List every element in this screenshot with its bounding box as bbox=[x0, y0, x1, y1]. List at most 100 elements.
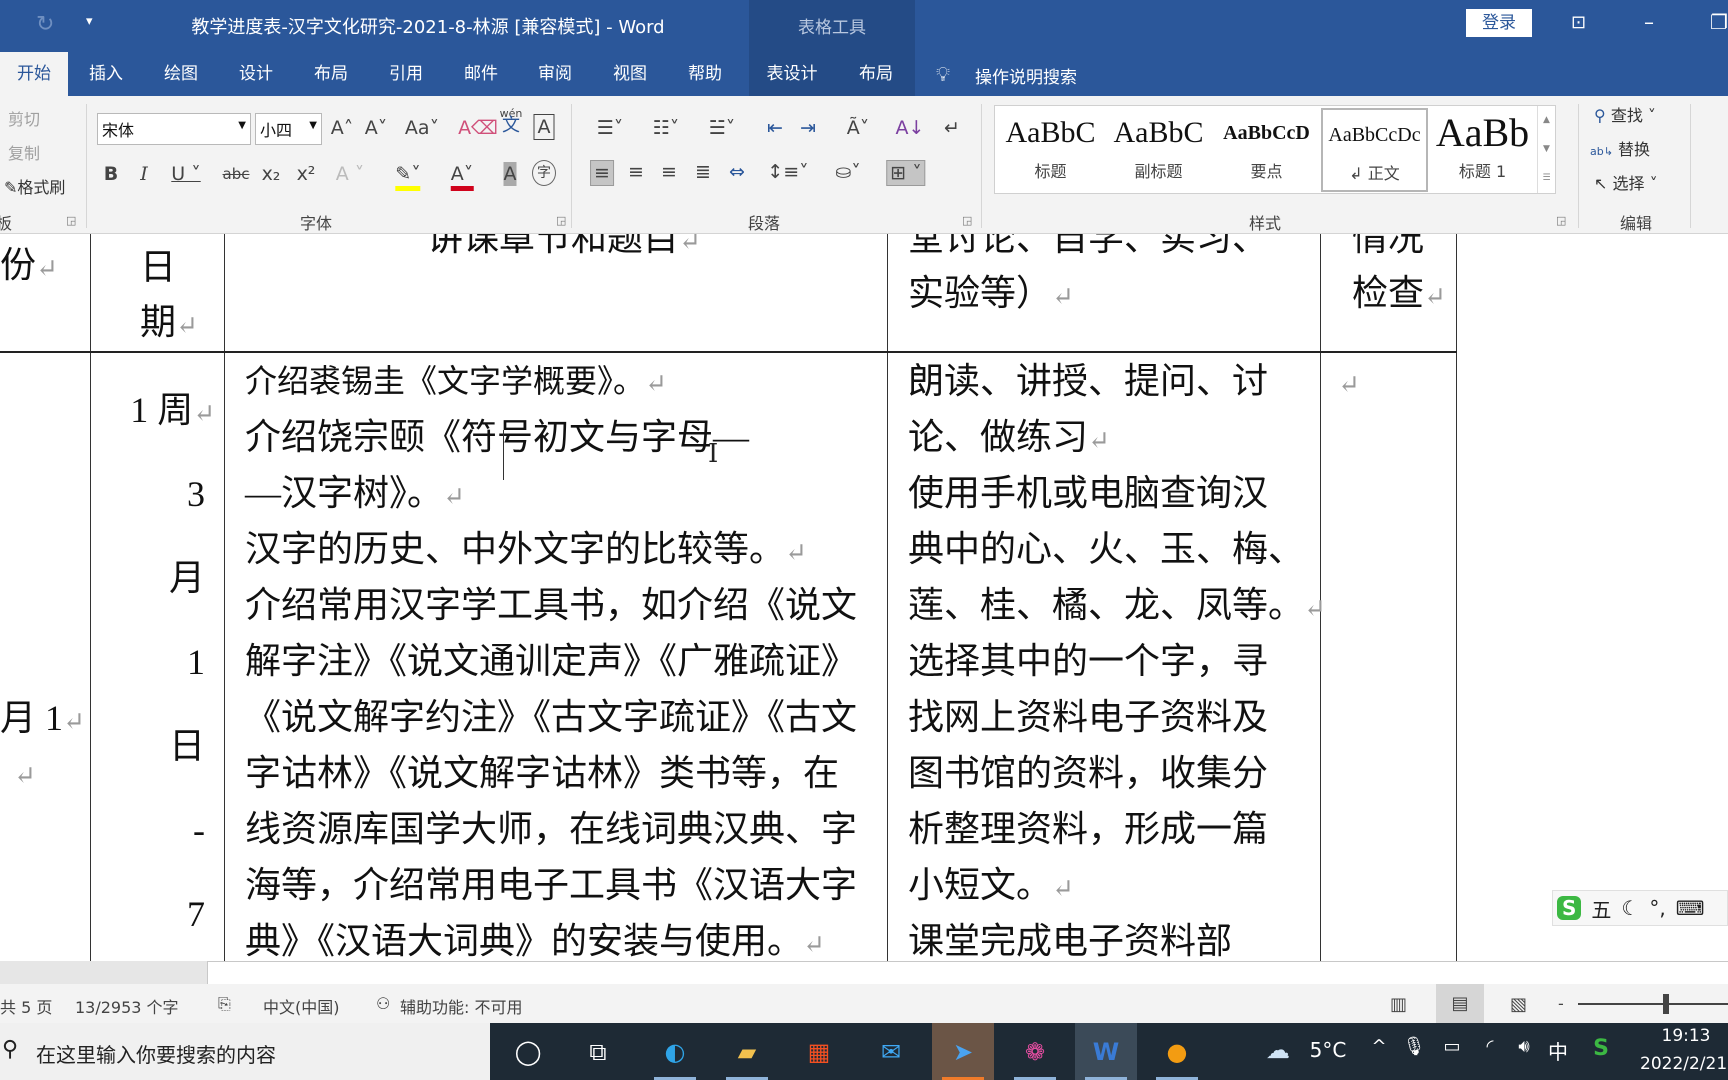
format-painter-button[interactable]: ✎格式刷 bbox=[4, 174, 65, 198]
sort-icon[interactable]: A↓ bbox=[896, 116, 925, 140]
signin-button[interactable]: 登录 bbox=[1466, 9, 1532, 37]
volume-icon[interactable]: 🔊︎ bbox=[1518, 1036, 1529, 1057]
cell-text[interactable]: - bbox=[193, 802, 205, 858]
style-emphasis[interactable]: AaBbCcD 要点 bbox=[1213, 108, 1320, 192]
keyboard-icon[interactable]: ⌨ bbox=[1676, 896, 1705, 920]
italic-icon[interactable]: I bbox=[140, 162, 148, 186]
font-color-icon[interactable]: A˅ bbox=[450, 162, 474, 191]
zoom-slider-thumb[interactable] bbox=[1663, 994, 1669, 1014]
cell-text[interactable]: 1 周↵ bbox=[130, 382, 215, 442]
line-spacing-icon[interactable]: ↕≡˅ bbox=[767, 160, 808, 184]
character-shading-icon[interactable]: A bbox=[503, 162, 517, 186]
cell-text[interactable]: —汉字树》。↵ bbox=[245, 465, 465, 525]
restore-icon[interactable]: ❐ bbox=[1710, 10, 1728, 34]
style-title[interactable]: AaBbC 标题 bbox=[997, 108, 1104, 192]
read-mode-icon[interactable]: ▥ bbox=[1390, 994, 1407, 1015]
cell-text[interactable]: 解字注》《说文通训定声》《广雅疏证》 bbox=[245, 633, 857, 689]
cell-text[interactable]: 3 bbox=[187, 466, 205, 522]
font-dialog-launcher-icon[interactable]: ◲ bbox=[556, 214, 566, 227]
decrease-indent-icon[interactable]: ⇤ bbox=[767, 116, 783, 140]
file-explorer-icon[interactable]: ▰ bbox=[716, 1023, 778, 1080]
enclose-characters-icon[interactable]: 字 bbox=[532, 160, 556, 186]
cell-text[interactable]: 海等，介绍常用电子工具书《汉语大字 bbox=[245, 857, 857, 913]
borders-icon[interactable]: ⊞ ˅ bbox=[886, 160, 926, 186]
cell-text[interactable]: 莲、桂、橘、龙、凤等。↵ bbox=[908, 577, 1326, 637]
ime-punct[interactable]: °, bbox=[1649, 896, 1665, 920]
cell-text[interactable]: 7 bbox=[187, 886, 205, 942]
cell-text[interactable]: 析整理资料，形成一篇 bbox=[908, 801, 1268, 857]
cell-text[interactable]: 介绍裘锡圭《文字学概要》。↵ bbox=[245, 353, 667, 412]
cell-text[interactable]: ↵ bbox=[1338, 353, 1360, 413]
tab-table-layout[interactable]: 布局 bbox=[853, 52, 899, 96]
zoom-slider[interactable] bbox=[1578, 1003, 1728, 1005]
page-count[interactable]: 共 5 页 bbox=[0, 994, 52, 1018]
cell-text[interactable]: 典》《汉语大词典》的安装与使用。↵ bbox=[245, 913, 825, 961]
cell-text[interactable]: 字诂林》《说文解字诂林》类书等，在 bbox=[245, 745, 839, 801]
cell-text[interactable]: ↵ bbox=[14, 744, 36, 804]
tab-draw[interactable]: 绘图 bbox=[158, 52, 204, 96]
multilevel-list-icon[interactable]: ☱˅ bbox=[709, 116, 736, 140]
scroll-down-icon[interactable]: ▼ bbox=[1538, 135, 1555, 164]
increase-indent-icon[interactable]: ⇥ bbox=[800, 116, 816, 140]
character-border-icon[interactable]: A bbox=[533, 114, 555, 140]
wifi-icon[interactable]: ◜ bbox=[1487, 1036, 1494, 1057]
align-left-icon[interactable]: ≡ bbox=[590, 160, 614, 186]
clear-formatting-icon[interactable]: A⌫ bbox=[458, 116, 498, 140]
tab-help[interactable]: 帮助 bbox=[682, 52, 728, 96]
tab-view[interactable]: 视图 bbox=[607, 52, 653, 96]
chevron-down-icon[interactable]: ▼ bbox=[238, 120, 246, 131]
shading-icon[interactable]: ⛀˅ bbox=[835, 160, 860, 184]
cell-text[interactable]: 1 bbox=[187, 634, 205, 690]
weather-cloud-icon[interactable]: ☁ bbox=[1266, 1036, 1290, 1064]
ribbon-display-options-icon[interactable]: ⊡ bbox=[1571, 12, 1586, 33]
cell-text[interactable]: 使用手机或电脑查询汉 bbox=[908, 465, 1268, 521]
microphone-icon[interactable]: 🎙︎ bbox=[1403, 1036, 1426, 1057]
qat-customize-button[interactable]: ▾ bbox=[86, 14, 93, 29]
find-button[interactable]: ⚲ 查找 ˅ bbox=[1594, 102, 1656, 126]
highlight-icon[interactable]: ✎˅ bbox=[395, 162, 421, 191]
tab-table-design[interactable]: 表设计 bbox=[761, 52, 824, 96]
mail-icon[interactable]: ✉ bbox=[860, 1023, 922, 1080]
header-cell[interactable]: 日 bbox=[140, 239, 176, 295]
strikethrough-icon[interactable]: abc bbox=[223, 162, 250, 186]
edge-icon[interactable]: ◐ bbox=[644, 1023, 706, 1080]
moon-icon[interactable]: ☾ bbox=[1621, 896, 1639, 920]
cell-text[interactable]: 典中的心、火、玉、梅、 bbox=[908, 521, 1304, 577]
tab-mailings[interactable]: 邮件 bbox=[458, 52, 504, 96]
underline-icon[interactable]: U ˅ bbox=[171, 162, 200, 186]
redo-icon[interactable]: ↻ bbox=[36, 12, 54, 37]
style-normal[interactable]: AaBbCcDc ↲ 正文 bbox=[1321, 108, 1428, 192]
sogou-logo-icon[interactable]: S bbox=[1557, 896, 1582, 920]
cortana-icon[interactable]: ◯ bbox=[497, 1023, 559, 1080]
bullets-icon[interactable]: ☰˅ bbox=[597, 116, 624, 140]
cell-text[interactable]: 日 bbox=[169, 718, 205, 774]
web-layout-icon[interactable]: ▧ bbox=[1510, 994, 1527, 1015]
tab-review[interactable]: 审阅 bbox=[532, 52, 578, 96]
taskbar-search-placeholder[interactable]: 在这里输入你要搜索的内容 bbox=[36, 1039, 276, 1068]
font-size-combobox[interactable]: 小四 ▼ bbox=[255, 113, 322, 145]
style-subtitle[interactable]: AaBbC 副标题 bbox=[1105, 108, 1212, 192]
change-case-button[interactable]: Aa˅ bbox=[405, 116, 439, 140]
weather-temp[interactable]: 5°C bbox=[1310, 1038, 1347, 1062]
header-cell[interactable]: 情况 bbox=[1352, 234, 1424, 266]
header-cell[interactable]: 实验等）↵ bbox=[908, 265, 1074, 325]
battery-icon[interactable]: ▭ bbox=[1443, 1036, 1460, 1057]
cell-text[interactable]: 月 1↵ bbox=[0, 690, 85, 750]
cell-text[interactable]: 《说文解字约注》《古文字疏证》《古文 bbox=[245, 689, 857, 745]
scroll-up-icon[interactable]: ▲ bbox=[1538, 106, 1555, 135]
clipboard-dialog-launcher-icon[interactable]: ◲ bbox=[66, 214, 76, 227]
header-cell[interactable]: 检查↵ bbox=[1352, 265, 1446, 325]
numbering-icon[interactable]: ☷˅ bbox=[653, 116, 680, 140]
cell-text[interactable]: 小短文。↵ bbox=[908, 857, 1074, 917]
tab-layout[interactable]: 布局 bbox=[308, 52, 354, 96]
text-effects-icon[interactable]: A ˅ bbox=[336, 162, 365, 186]
header-cell[interactable]: 讲课章节和题目↵ bbox=[427, 234, 701, 270]
feishu-app-icon[interactable]: ➤ bbox=[932, 1023, 994, 1080]
cell-text[interactable]: 找网上资料电子资料及 bbox=[908, 689, 1268, 745]
clock-date[interactable]: 2022/2/21 bbox=[1640, 1054, 1727, 1074]
tab-references[interactable]: 引用 bbox=[383, 52, 429, 96]
accessibility-icon[interactable]: ⚇ bbox=[376, 994, 390, 1013]
cell-text[interactable]: 介绍常用汉字学工具书，如介绍《说文 bbox=[245, 577, 857, 633]
align-center-icon[interactable]: ≡ bbox=[628, 160, 644, 184]
cell-text[interactable]: 介绍饶宗颐《符号初文与字母— bbox=[245, 409, 749, 465]
